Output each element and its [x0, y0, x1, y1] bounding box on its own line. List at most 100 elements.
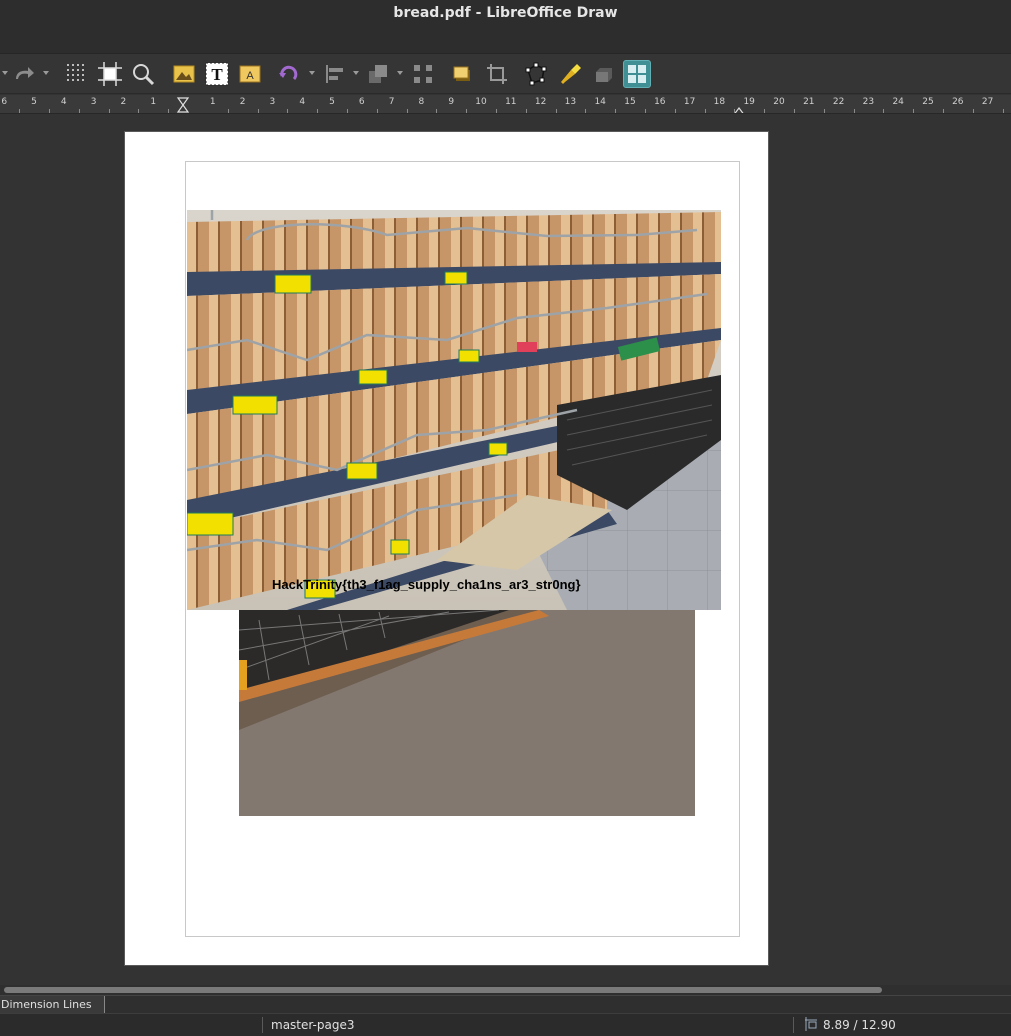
ruler-tick: [823, 109, 825, 113]
ruler-label: 15: [624, 97, 636, 107]
shadow-icon[interactable]: [448, 60, 476, 88]
status-separator: [262, 1017, 263, 1033]
redo-icon[interactable]: [10, 60, 38, 88]
ruler-tick: [317, 109, 319, 113]
text-box-icon[interactable]: T: [203, 60, 231, 88]
grid-icon[interactable]: [63, 60, 91, 88]
points-icon[interactable]: [522, 60, 550, 88]
undo-dropdown-icon[interactable]: [2, 71, 8, 75]
ruler-label: 16: [654, 97, 666, 107]
ruler-tick: [436, 109, 438, 113]
bread-shelf-image[interactable]: [187, 210, 721, 610]
align-icon[interactable]: [321, 60, 349, 88]
ruler-label: 20: [773, 97, 785, 107]
master-page-name[interactable]: master-page3: [271, 1018, 354, 1032]
ruler-label: 6: [1, 97, 8, 107]
ruler-label: 26: [952, 97, 964, 107]
ruler-label: 27: [981, 97, 994, 107]
rotate-icon[interactable]: [275, 60, 303, 88]
align-dropdown-icon[interactable]: [353, 71, 359, 75]
floor-shelf-image[interactable]: [239, 610, 695, 816]
ruler-label: 6: [358, 97, 365, 107]
ruler-tick: [644, 109, 646, 113]
ruler-label: 22: [832, 97, 845, 107]
ruler-label: 5: [329, 97, 335, 107]
ruler-tick: [972, 109, 974, 113]
glue-points-icon[interactable]: [557, 60, 585, 88]
ruler-tick: [674, 109, 676, 113]
ruler-label: 2: [120, 97, 127, 107]
ruler-tick: [883, 109, 885, 113]
helplines-icon[interactable]: [96, 60, 124, 88]
horizontal-ruler[interactable]: 6 5 4 3 2 1 1 2 3 4 5 6 7 8 9 10 11 12 13 14 15 16 17 18 19 20 21 2…: [0, 95, 1011, 114]
redo-dropdown-icon[interactable]: [43, 71, 49, 75]
cursor-position: 8.89 / 12.90: [823, 1018, 896, 1032]
layer-tab-bar: Dimension Lines: [0, 995, 1011, 1013]
fontwork-icon[interactable]: A: [236, 60, 264, 88]
window-title-bar: bread.pdf - LibreOffice Draw: [0, 0, 1011, 26]
ruler-tick: [764, 109, 766, 113]
crop-icon[interactable]: [483, 60, 511, 88]
distribute-icon[interactable]: [409, 60, 437, 88]
ruler-label: 3: [269, 97, 276, 107]
ruler-label: 3: [90, 97, 97, 107]
arrange-dropdown-icon[interactable]: [397, 71, 403, 75]
ruler-label: 2: [239, 97, 246, 107]
ruler-label: 9: [448, 97, 455, 107]
status-separator: [793, 1017, 794, 1033]
ruler-tick: [48, 109, 50, 113]
image-icon[interactable]: [170, 60, 198, 88]
ruler-label: 14: [594, 97, 606, 107]
drawing-toolbar: T A: [0, 54, 1011, 94]
ruler-tick: [466, 109, 468, 113]
zoom-icon[interactable]: [129, 60, 157, 88]
ruler-label: 4: [299, 97, 306, 107]
ruler-label: 19: [743, 97, 755, 107]
ruler-label: 23: [862, 97, 875, 107]
ruler-label: 24: [892, 97, 904, 107]
svg-text:T: T: [211, 65, 223, 84]
ruler-tick: [227, 109, 229, 113]
ruler-label: 10: [475, 97, 487, 107]
ruler-tick: [19, 109, 21, 113]
status-bar: master-page3 8.89 / 12.90: [0, 1013, 1011, 1036]
ruler-tick: [495, 109, 497, 113]
ruler-tick: [615, 109, 617, 113]
flag-text[interactable]: HackTrinity{th3_f1ag_supply_cha1ns_ar3_s…: [272, 577, 581, 592]
ruler-label: 8: [418, 97, 425, 107]
ruler-tick: [138, 109, 140, 113]
ruler-indent-marker[interactable]: [176, 97, 190, 113]
ruler-tick: [1002, 109, 1004, 113]
ruler-label: 21: [803, 97, 815, 107]
ruler-label: 5: [31, 97, 37, 107]
ruler-tick: [168, 109, 170, 113]
ruler-label: 13: [564, 97, 577, 107]
rotate-dropdown-icon[interactable]: [309, 71, 315, 75]
arrange-icon[interactable]: [364, 60, 392, 88]
ruler-tick: [525, 109, 527, 113]
ruler-tick: [585, 109, 587, 113]
toggle-extrusion-icon[interactable]: [590, 60, 618, 88]
ruler-tick: [287, 109, 289, 113]
ruler-tick: [376, 109, 378, 113]
display-views-icon[interactable]: [623, 60, 651, 88]
ruler-tick: [942, 109, 944, 113]
ruler-tick: [913, 109, 915, 113]
tab-dimension-lines[interactable]: Dimension Lines: [0, 996, 105, 1013]
horizontal-scrollbar-thumb[interactable]: [4, 987, 882, 993]
ruler-label: 1: [209, 97, 216, 107]
position-icon: [803, 1017, 819, 1034]
drawing-canvas[interactable]: HackTrinity{th3_f1ag_supply_cha1ns_ar3_s…: [0, 115, 1011, 985]
ruler-tick: [704, 109, 706, 113]
ruler-tick: [257, 109, 259, 113]
ruler-label: 17: [683, 97, 696, 107]
ruler-label: 7: [388, 97, 395, 107]
svg-text:A: A: [246, 70, 254, 82]
ruler-label: 11: [505, 97, 517, 107]
ruler-tick: [406, 109, 408, 113]
document-page[interactable]: HackTrinity{th3_f1ag_supply_cha1ns_ar3_s…: [124, 131, 769, 966]
horizontal-scrollbar[interactable]: [0, 985, 1011, 995]
menu-bar: [0, 26, 1011, 54]
ruler-label: 18: [713, 97, 726, 107]
ruler-tick: [346, 109, 348, 113]
